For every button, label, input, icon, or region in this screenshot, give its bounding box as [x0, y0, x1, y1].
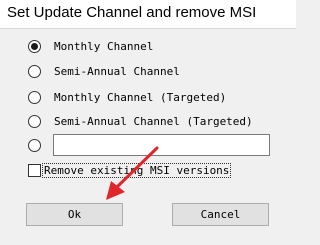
custom-channel-input[interactable]	[53, 134, 270, 156]
ok-button[interactable]: Ok	[26, 203, 123, 226]
dialog-window: Set Update Channel and remove MSI Monthl…	[0, 0, 296, 245]
cancel-button[interactable]: Cancel	[172, 203, 269, 226]
option-custom-channel[interactable]	[28, 137, 41, 153]
radio-button[interactable]	[28, 64, 41, 78]
option-label: Monthly Channel (Targeted)	[54, 90, 227, 104]
window-title: Set Update Channel and remove MSI	[7, 4, 257, 21]
radio-button[interactable]	[28, 138, 41, 152]
option-monthly-channel-targeted[interactable]: Monthly Channel (Targeted)	[28, 89, 226, 105]
option-monthly-channel[interactable]: Monthly Channel	[28, 38, 153, 54]
title-divider	[0, 28, 296, 29]
option-label: Semi-Annual Channel (Targeted)	[54, 114, 253, 128]
radio-button[interactable]	[28, 90, 41, 104]
option-label: Monthly Channel	[54, 39, 154, 53]
option-semi-annual-channel-targeted[interactable]: Semi-Annual Channel (Targeted)	[28, 113, 253, 129]
radio-button-selected[interactable]	[28, 39, 41, 53]
remove-msi-option[interactable]: Remove existing MSI versions	[28, 162, 232, 178]
option-semi-annual-channel[interactable]: Semi-Annual Channel	[28, 63, 180, 79]
remove-msi-label: Remove existing MSI versions	[41, 162, 232, 178]
title-bar[interactable]: Set Update Channel and remove MSI	[0, 0, 296, 28]
remove-msi-checkbox[interactable]	[28, 163, 41, 177]
option-label: Semi-Annual Channel	[54, 64, 180, 78]
radio-button[interactable]	[28, 114, 41, 128]
